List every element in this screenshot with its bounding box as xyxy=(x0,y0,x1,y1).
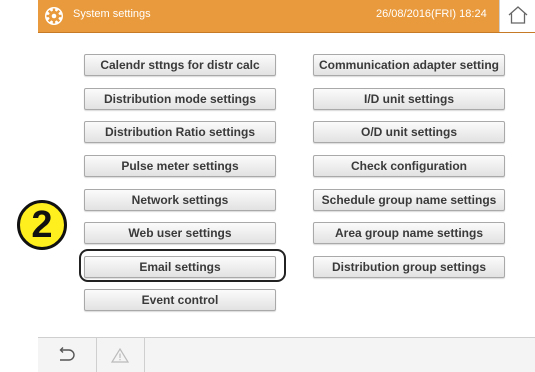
home-button[interactable] xyxy=(499,0,535,32)
back-button[interactable] xyxy=(38,338,97,372)
back-icon xyxy=(59,347,75,361)
system-settings-screen: System settings 26/08/2016(FRI) 18:24 Ca… xyxy=(38,0,535,372)
step-number-callout: 2 xyxy=(17,200,67,250)
warning-button[interactable] xyxy=(97,338,145,372)
title-bar: System settings 26/08/2016(FRI) 18:24 xyxy=(38,0,535,33)
distribution-mode-settings-button[interactable]: Distribution mode settings xyxy=(84,88,276,110)
home-icon xyxy=(508,6,528,24)
web-user-settings-button[interactable]: Web user settings xyxy=(84,222,276,244)
schedule-group-name-settings-button[interactable]: Schedule group name settings xyxy=(313,189,505,211)
distribution-group-settings-button[interactable]: Distribution group settings xyxy=(313,256,505,278)
area-group-name-settings-button[interactable]: Area group name settings xyxy=(313,222,505,244)
highlight-ring xyxy=(79,249,286,282)
event-control-button[interactable]: Event control xyxy=(84,289,276,311)
network-settings-button[interactable]: Network settings xyxy=(84,189,276,211)
od-unit-settings-button[interactable]: O/D unit settings xyxy=(313,121,505,143)
distribution-ratio-settings-button[interactable]: Distribution Ratio settings xyxy=(84,121,276,143)
gear-icon xyxy=(44,6,64,26)
id-unit-settings-button[interactable]: I/D unit settings xyxy=(313,88,505,110)
check-configuration-button[interactable]: Check configuration xyxy=(313,155,505,177)
page-title: System settings xyxy=(73,8,151,20)
datetime-display: 26/08/2016(FRI) 18:24 xyxy=(376,8,487,20)
communication-adapter-setting-button[interactable]: Communication adapter setting xyxy=(313,54,505,76)
calendar-settings-button[interactable]: Calendr sttngs for distr calc xyxy=(84,54,276,76)
settings-panel: Calendr sttngs for distr calc Distributi… xyxy=(38,33,535,333)
warning-icon xyxy=(110,347,130,363)
bottom-bar xyxy=(38,337,535,372)
pulse-meter-settings-button[interactable]: Pulse meter settings xyxy=(84,155,276,177)
